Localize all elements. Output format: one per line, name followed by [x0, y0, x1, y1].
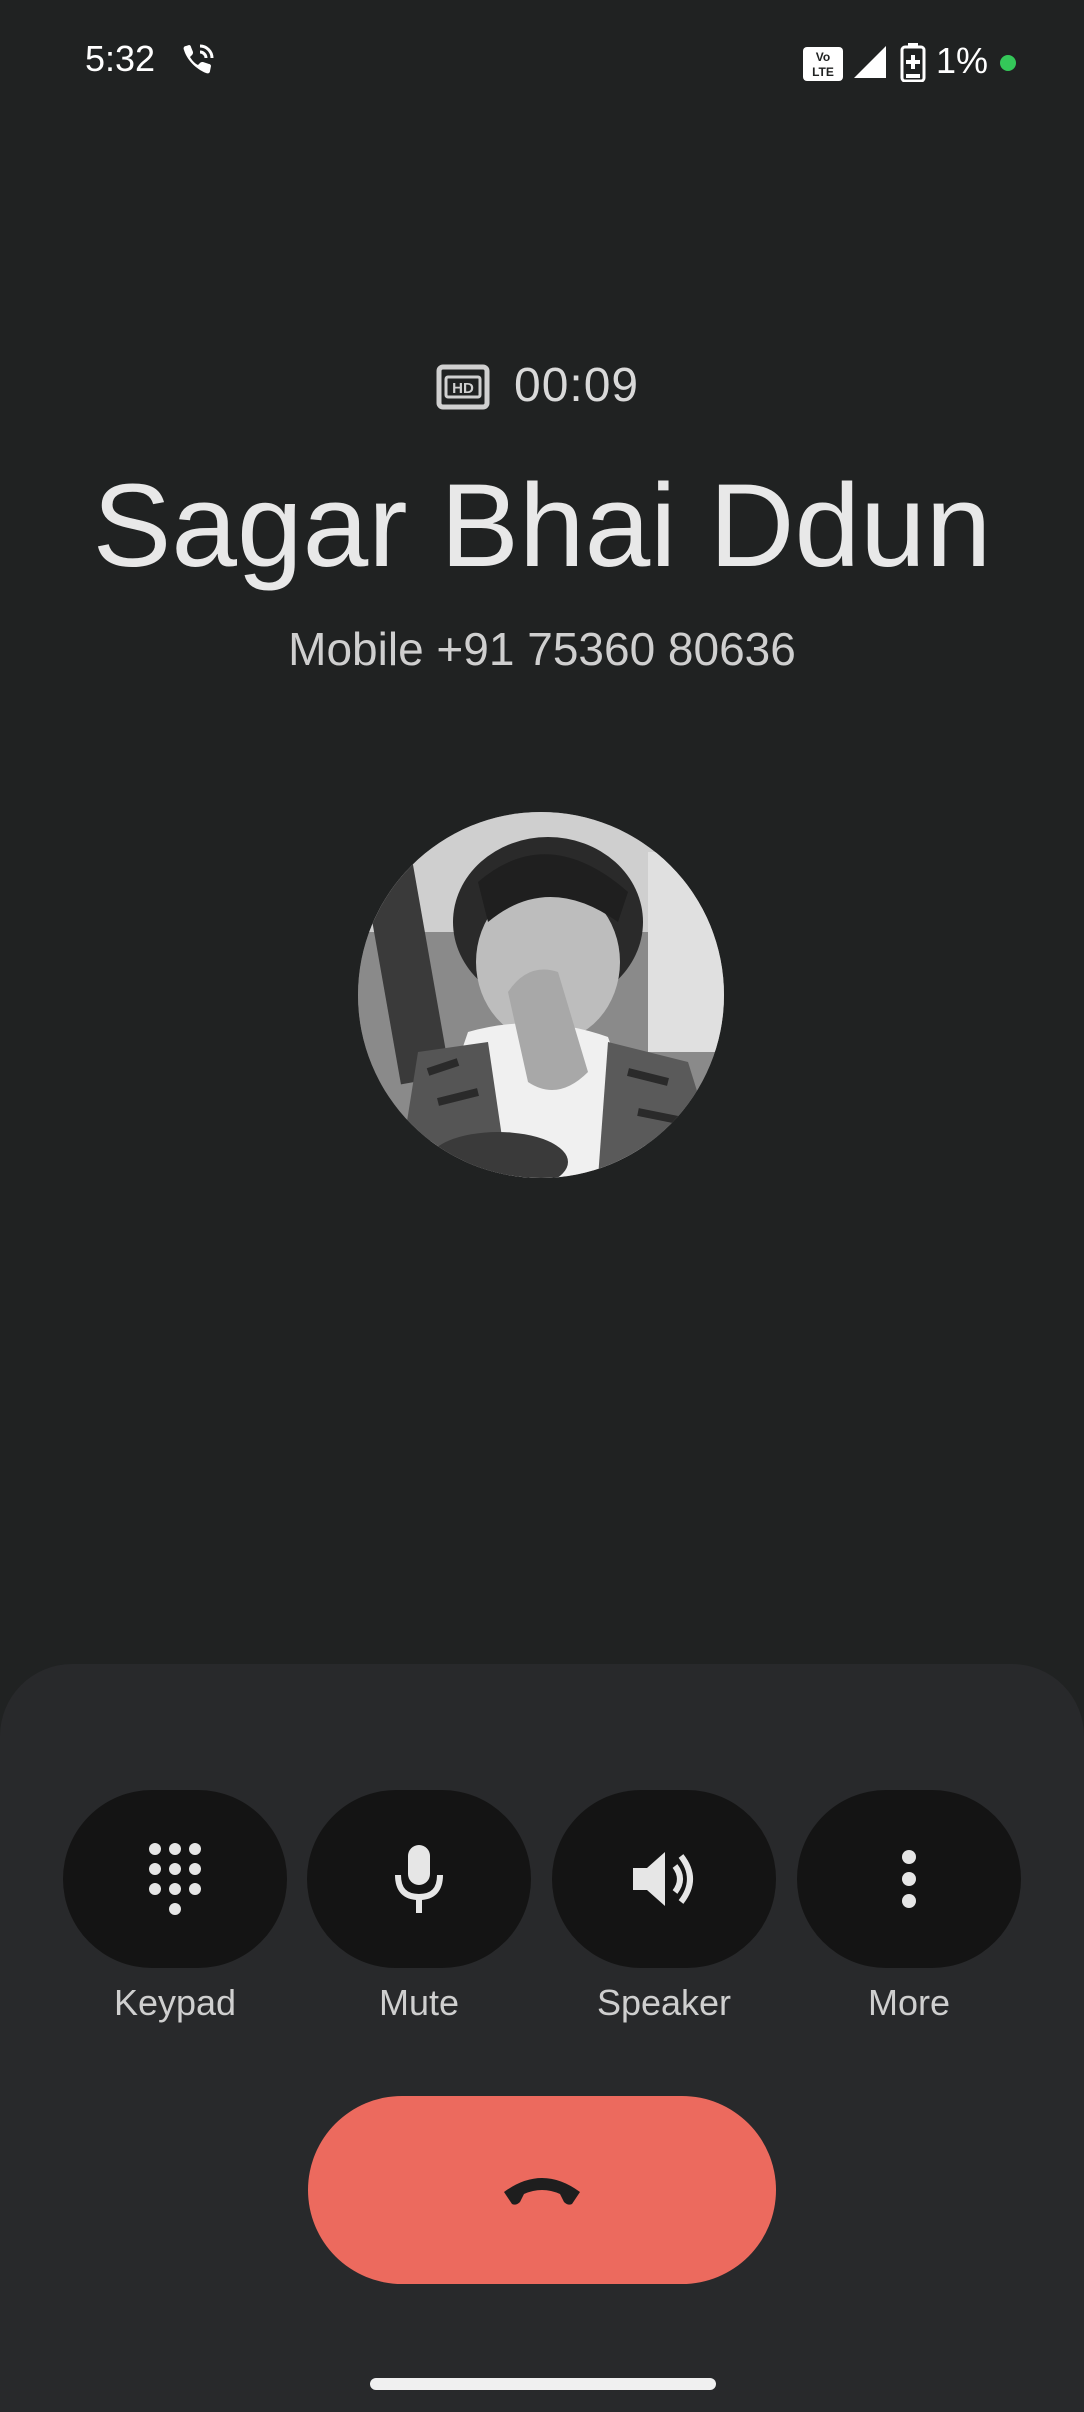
dialpad-icon [149, 1843, 201, 1915]
in-call-screen: 5:32 Vo LTE 1% HD 00:09 Sagar Bhai Ddun … [0, 0, 1084, 2412]
mute-button[interactable] [307, 1790, 531, 1968]
hd-icon: HD [436, 364, 490, 410]
battery-charging-icon [900, 43, 926, 82]
call-timer: 00:09 [514, 359, 640, 412]
more-vertical-icon [902, 1850, 916, 1908]
keypad-label: Keypad [113, 1982, 237, 2023]
contact-avatar [358, 812, 724, 1178]
call-controls-sheet [0, 1664, 1084, 2412]
home-indicator[interactable] [370, 2378, 716, 2390]
speaker-label: Speaker [596, 1982, 732, 2023]
svg-text:Vo: Vo [816, 50, 830, 64]
battery-percent: 1% [936, 40, 989, 81]
mute-label: Mute [378, 1982, 460, 2023]
keypad-button[interactable] [63, 1790, 287, 1968]
volte-icon: Vo LTE [803, 47, 843, 81]
svg-text:LTE: LTE [812, 65, 834, 79]
hd-badge-text: HD [452, 380, 474, 397]
signal-icon [854, 46, 886, 78]
wifi-calling-icon [183, 44, 214, 74]
more-label: More [867, 1982, 951, 2023]
speaker-button[interactable] [552, 1790, 776, 1968]
end-call-button[interactable] [308, 2096, 776, 2284]
hang-up-icon [504, 2178, 580, 2205]
contact-name: Sagar Bhai Ddun [92, 460, 992, 592]
speaker-icon [633, 1852, 693, 1906]
status-time: 5:32 [85, 38, 156, 79]
microphone-icon [395, 1845, 443, 1913]
privacy-indicator-dot [1000, 55, 1016, 71]
more-button[interactable] [797, 1790, 1021, 1968]
avatar-photo [358, 812, 724, 1178]
contact-number: Mobile +91 75360 80636 [288, 623, 796, 675]
